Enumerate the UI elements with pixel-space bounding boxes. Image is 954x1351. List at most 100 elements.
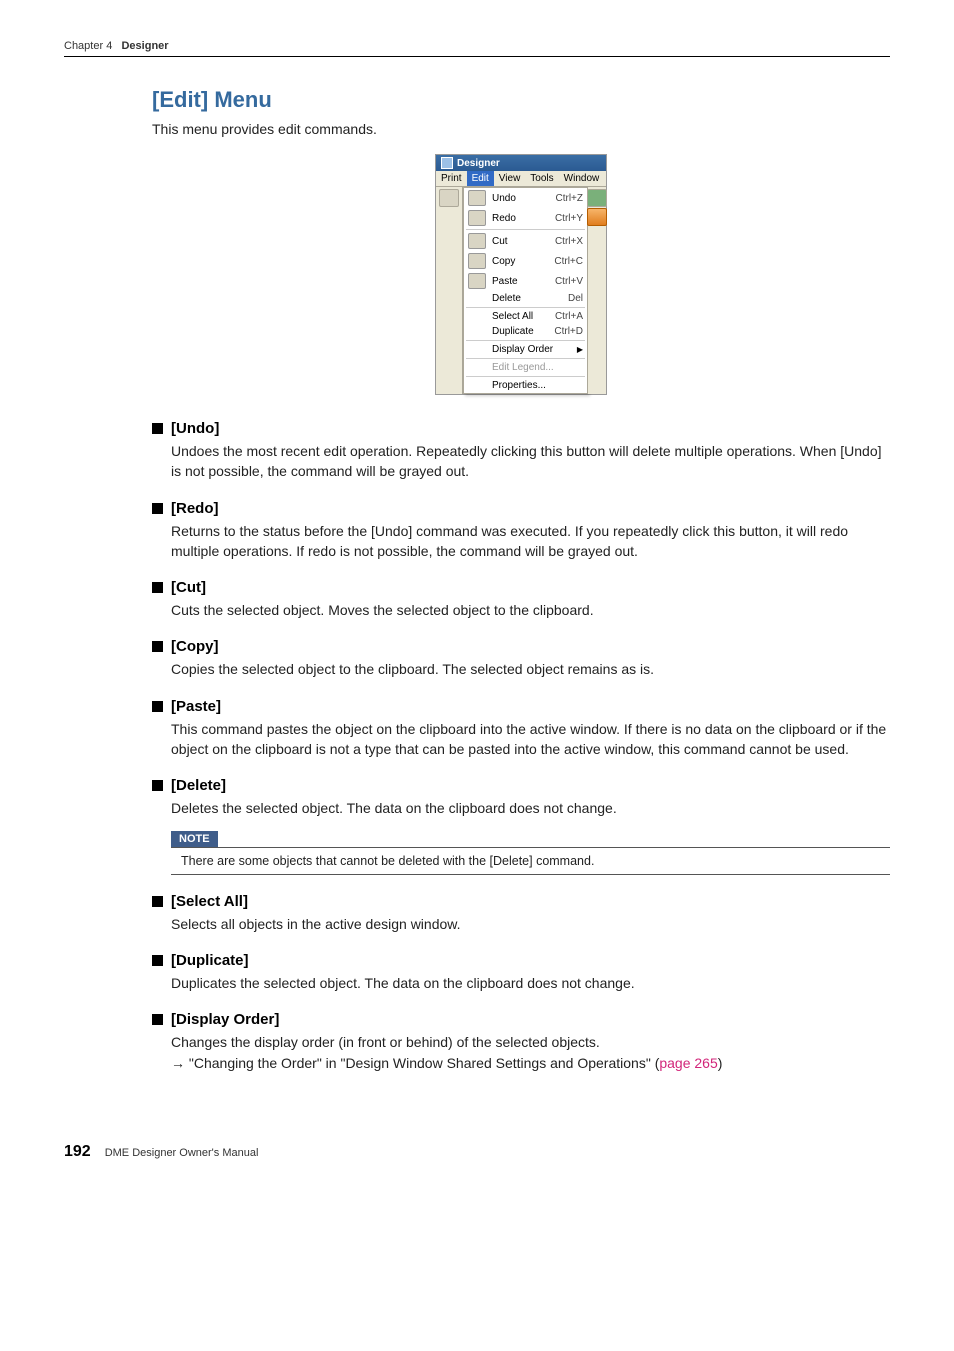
toolbar-icon[interactable]: [587, 208, 607, 226]
entry-title: [Copy]: [171, 638, 219, 655]
entry-title: [Paste]: [171, 698, 221, 715]
edit-menu-screenshot: Designer Print Edit View Tools Window Un…: [436, 155, 606, 394]
square-bullet-icon: [152, 780, 163, 791]
doc-entry: [Display Order] Changes the display order…: [152, 1011, 890, 1073]
cut-icon: [468, 233, 486, 249]
page-link[interactable]: page 265: [659, 1055, 717, 1071]
square-bullet-icon: [152, 701, 163, 712]
square-bullet-icon: [152, 503, 163, 514]
crossref-text: ): [718, 1055, 723, 1071]
entry-crossref: → "Changing the Order" in "Design Window…: [171, 1053, 890, 1073]
square-bullet-icon: [152, 1014, 163, 1025]
entry-body: Undoes the most recent edit operation. R…: [171, 441, 890, 482]
menu-tools[interactable]: Tools: [525, 171, 558, 186]
window-title: Designer: [457, 158, 500, 169]
section-intro: This menu provides edit commands.: [152, 121, 890, 137]
entry-heading: [Paste]: [152, 698, 890, 715]
toolbar-icon[interactable]: [587, 189, 607, 207]
note-box: NOTEThere are some objects that cannot b…: [171, 829, 890, 875]
menu-item-edit-legend: Edit Legend...: [464, 360, 587, 375]
entry-body: Cuts the selected object. Moves the sele…: [171, 600, 890, 620]
menu-separator: [466, 340, 585, 341]
entry-title: [Duplicate]: [171, 952, 249, 969]
menu-window[interactable]: Window: [559, 171, 605, 186]
square-bullet-icon: [152, 641, 163, 652]
menu-item-undo[interactable]: Undo Ctrl+Z: [464, 188, 587, 208]
page-footer: 192 DME Designer Owner's Manual: [64, 1143, 890, 1161]
menu-item-select-all[interactable]: Select All Ctrl+A: [464, 309, 587, 324]
crossref-text: → "Changing the Order" in "Design Window…: [171, 1055, 659, 1071]
section-title: [Edit] Menu: [152, 87, 890, 113]
footer-text: DME Designer Owner's Manual: [105, 1147, 259, 1159]
entry-heading: [Delete]: [152, 777, 890, 794]
menu-print[interactable]: Print: [436, 171, 467, 186]
menu-item-display-order[interactable]: Display Order ▶: [464, 342, 587, 357]
toolbar-left: [436, 187, 463, 394]
entry-heading: [Copy]: [152, 638, 890, 655]
entry-heading: [Display Order]: [152, 1011, 890, 1028]
app-icon: [441, 157, 453, 169]
entry-body: This command pastes the object on the cl…: [171, 719, 890, 760]
note-label: NOTE: [171, 831, 218, 847]
square-bullet-icon: [152, 423, 163, 434]
header-rule: [64, 56, 890, 57]
square-bullet-icon: [152, 582, 163, 593]
menu-separator: [466, 376, 585, 377]
doc-entry: [Select All] Selects all objects in the a…: [152, 893, 890, 934]
square-bullet-icon: [152, 896, 163, 907]
menu-item-redo[interactable]: Redo Ctrl+Y: [464, 208, 587, 228]
chapter-title: Designer: [121, 40, 168, 52]
entry-title: [Display Order]: [171, 1011, 279, 1028]
doc-entry: [Redo] Returns to the status before the […: [152, 500, 890, 562]
square-bullet-icon: [152, 955, 163, 966]
menubar: Print Edit View Tools Window: [436, 171, 606, 187]
doc-entry: [Copy] Copies the selected object to the …: [152, 638, 890, 679]
window-titlebar: Designer: [436, 155, 606, 171]
note-text: There are some objects that cannot be de…: [171, 848, 890, 874]
menu-item-duplicate[interactable]: Duplicate Ctrl+D: [464, 324, 587, 339]
entry-body: Copies the selected object to the clipbo…: [171, 659, 890, 679]
copy-icon: [468, 253, 486, 269]
entry-heading: [Duplicate]: [152, 952, 890, 969]
redo-icon: [468, 210, 486, 226]
entry-heading: [Undo]: [152, 420, 890, 437]
entry-title: [Select All]: [171, 893, 248, 910]
menu-item-delete[interactable]: Delete Del: [464, 291, 587, 306]
menu-item-paste[interactable]: Paste Ctrl+V: [464, 271, 587, 291]
toolbar-icon[interactable]: [439, 189, 459, 207]
running-header: Chapter 4 Designer: [64, 40, 890, 52]
menu-separator: [466, 307, 585, 308]
page-number: 192: [64, 1143, 91, 1161]
menu-separator: [466, 358, 585, 359]
doc-entry: [Duplicate] Duplicates the selected objec…: [152, 952, 890, 993]
entry-body: Duplicates the selected object. The data…: [171, 973, 890, 993]
menu-item-cut[interactable]: Cut Ctrl+X: [464, 231, 587, 251]
paste-icon: [468, 273, 486, 289]
entry-body: Selects all objects in the active design…: [171, 914, 890, 934]
menu-item-copy[interactable]: Copy Ctrl+C: [464, 251, 587, 271]
entry-title: [Undo]: [171, 420, 219, 437]
toolbar-right: [588, 187, 606, 394]
entry-body: Returns to the status before the [Undo] …: [171, 521, 890, 562]
doc-entry: [Delete] Deletes the selected object. The…: [152, 777, 890, 874]
doc-entry: [Paste] This command pastes the object on…: [152, 698, 890, 760]
entry-title: [Redo]: [171, 500, 219, 517]
menu-view[interactable]: View: [494, 171, 526, 186]
undo-icon: [468, 190, 486, 206]
entry-heading: [Select All]: [152, 893, 890, 910]
edit-dropdown: Undo Ctrl+Z Redo Ctrl+Y Cut Ctrl+X: [463, 187, 588, 394]
entry-heading: [Cut]: [152, 579, 890, 596]
note-rule: [171, 874, 890, 875]
entry-heading: [Redo]: [152, 500, 890, 517]
menu-edit[interactable]: Edit: [467, 171, 494, 186]
doc-entry: [Cut] Cuts the selected object. Moves the…: [152, 579, 890, 620]
entry-title: [Cut]: [171, 579, 206, 596]
chapter-label: Chapter 4: [64, 40, 112, 52]
doc-entry: [Undo] Undoes the most recent edit operat…: [152, 420, 890, 482]
menu-item-properties[interactable]: Properties...: [464, 378, 587, 393]
entry-body: Changes the display order (in front or b…: [171, 1032, 890, 1052]
entry-title: [Delete]: [171, 777, 226, 794]
menu-separator: [466, 229, 585, 230]
submenu-arrow-icon: ▶: [577, 345, 583, 354]
entry-body: Deletes the selected object. The data on…: [171, 798, 890, 818]
